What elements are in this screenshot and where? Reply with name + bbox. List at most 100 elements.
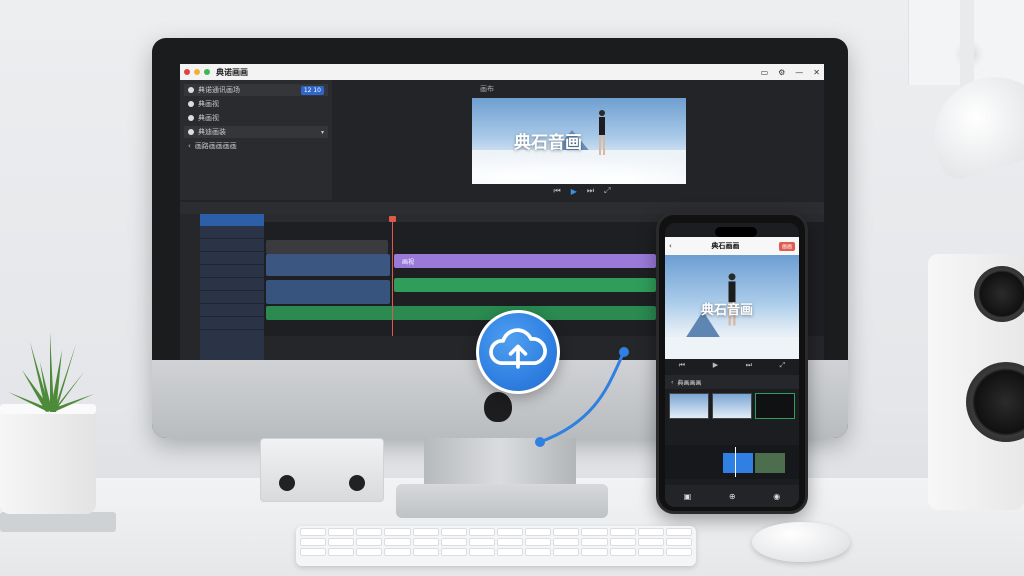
project-item[interactable]: 典画视: [184, 98, 328, 110]
skip-back-icon[interactable]: ⏮: [679, 361, 685, 373]
video-clip-blue[interactable]: [266, 254, 390, 276]
dock-knob-left: [279, 475, 295, 491]
video-clip-thumbs-2[interactable]: [266, 280, 390, 304]
playhead-handle[interactable]: [389, 216, 396, 222]
thumbnail[interactable]: [755, 393, 795, 419]
key: [468, 538, 495, 546]
project-item[interactable]: 典画视: [184, 112, 328, 124]
track-header[interactable]: [200, 239, 264, 252]
monitor-stand-foot: [396, 484, 608, 518]
clip-label: 画视: [402, 259, 415, 266]
smartphone: ‹ 典石画画 画画 典石音画 ⏮ ▶ ⏭ ⤢ ‹ 典画画画 ▣ ⊕ ◉: [656, 212, 808, 514]
back-icon[interactable]: ‹: [671, 379, 673, 386]
playhead[interactable]: [392, 218, 393, 348]
key: [525, 538, 552, 546]
phone-clip[interactable]: [755, 453, 785, 473]
keyboard: [296, 526, 696, 566]
fullscreen-icon[interactable]: ⤢: [780, 361, 786, 373]
key: [665, 538, 692, 546]
phone-preview-text: 典石音画: [701, 303, 754, 318]
project-item-label: 典诺通讯画场: [198, 86, 240, 94]
close-icon[interactable]: ✕: [813, 68, 820, 77]
window-title: 典诺画画: [216, 67, 248, 77]
screen-icon[interactable]: ▭: [761, 68, 769, 77]
key: [356, 538, 383, 546]
notch: [715, 227, 757, 237]
item-icon: [188, 129, 194, 135]
key: [468, 528, 495, 536]
phone-timeline: [665, 445, 799, 479]
item-icon: [188, 101, 194, 107]
key: [328, 528, 355, 536]
chevron-down-icon[interactable]: ▾: [321, 129, 324, 136]
preview-header: 画布: [480, 85, 494, 93]
thumbnail[interactable]: [669, 393, 709, 419]
fullscreen-icon[interactable]: ⤢: [604, 186, 610, 196]
settings-icon[interactable]: ⚙: [778, 68, 785, 77]
project-item[interactable]: ‹ 画路画画画画: [184, 140, 328, 152]
export-icon[interactable]: ◉: [773, 492, 780, 501]
skip-forward-icon[interactable]: ⏭: [587, 186, 594, 196]
cloud-upload-button[interactable]: [476, 310, 560, 394]
key: [300, 548, 327, 556]
close-dot[interactable]: [184, 69, 190, 75]
skip-forward-icon[interactable]: ⏭: [746, 361, 752, 373]
phone-clip[interactable]: [723, 453, 753, 473]
clouds: [665, 337, 799, 359]
back-icon: ‹: [188, 142, 191, 150]
audio-clip-green[interactable]: [394, 278, 656, 292]
add-icon[interactable]: ⊕: [729, 492, 736, 501]
key: [356, 528, 383, 536]
speaker: [928, 254, 1024, 510]
track-headers: [200, 226, 264, 360]
woofer: [966, 362, 1024, 442]
media-icon[interactable]: ▣: [684, 492, 692, 501]
project-item[interactable]: 典诺通讯画场 12 10: [184, 84, 328, 96]
video-clip-thumbnails[interactable]: [266, 240, 388, 254]
key: [412, 548, 439, 556]
minimize-icon[interactable]: —: [795, 68, 803, 77]
minimize-dot[interactable]: [194, 69, 200, 75]
key: [609, 528, 636, 536]
key: [553, 548, 580, 556]
phone-subheader: ‹ 典画画画: [665, 375, 799, 389]
play-icon[interactable]: ▶: [713, 361, 718, 373]
track-header[interactable]: [200, 278, 264, 291]
phone-playhead[interactable]: [735, 447, 736, 477]
transport-controls: ⏮ ▶ ⏭ ⤢: [340, 184, 824, 198]
track-header[interactable]: [200, 291, 264, 304]
export-button[interactable]: 画画: [778, 241, 795, 251]
key: [609, 548, 636, 556]
key: [637, 538, 664, 546]
tweeter: [974, 266, 1024, 322]
phone-thumbnails: [669, 393, 795, 421]
key: [384, 548, 411, 556]
key: [609, 538, 636, 546]
track-header[interactable]: [200, 317, 264, 330]
project-badge: 12 10: [300, 85, 324, 95]
key: [412, 528, 439, 536]
project-item[interactable]: 典迪画装 ▾: [184, 126, 328, 138]
key: [553, 528, 580, 536]
track-header[interactable]: [200, 252, 264, 265]
tool-column: [180, 214, 200, 360]
phone-preview: 典石音画: [665, 255, 799, 359]
audio-clip-green-2[interactable]: [266, 306, 656, 320]
monitor-stand-neck: [424, 438, 576, 486]
key: [440, 528, 467, 536]
track-header[interactable]: [200, 265, 264, 278]
play-icon[interactable]: ▶: [571, 187, 577, 196]
key-row: [296, 536, 696, 546]
clouds: [472, 150, 686, 184]
key-row: [296, 526, 696, 536]
track-header[interactable]: [200, 304, 264, 317]
track-header[interactable]: [200, 226, 264, 239]
skip-back-icon[interactable]: ⏮: [554, 186, 561, 196]
video-clip-purple[interactable]: [394, 254, 656, 268]
zoom-dot[interactable]: [204, 69, 210, 75]
phone-header: ‹ 典石画画 画画: [665, 237, 799, 255]
thumbnail[interactable]: [712, 393, 752, 419]
key: [581, 528, 608, 536]
dancer-figure: [599, 110, 605, 155]
key: [665, 548, 692, 556]
